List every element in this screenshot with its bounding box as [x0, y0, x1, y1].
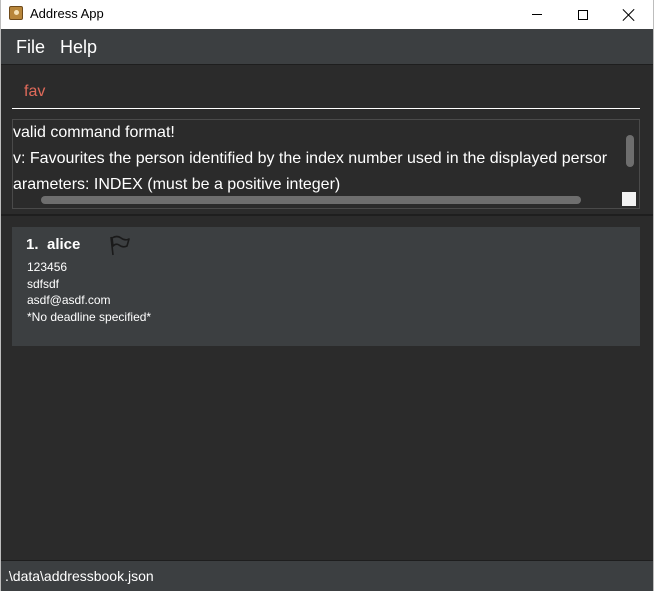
result-line: v: Favourites the person identified by t…	[13, 150, 608, 167]
close-icon	[622, 8, 636, 22]
close-button[interactable]	[606, 0, 652, 29]
app-icon	[9, 6, 23, 20]
scroll-corner	[622, 192, 636, 206]
horizontal-scrollbar[interactable]	[41, 196, 581, 204]
person-name: alice	[47, 236, 81, 253]
result-line: valid command format!	[13, 124, 175, 141]
menu-file[interactable]: File	[16, 37, 45, 58]
menu-bar: File Help	[1, 29, 653, 65]
status-bar: .\data\addressbook.json	[1, 560, 653, 591]
result-line: arameters: INDEX (must be a positive int…	[13, 176, 341, 193]
minimize-button[interactable]	[514, 0, 560, 29]
person-deadline: *No deadline specified*	[27, 310, 152, 324]
person-list[interactable]: 1. alice 123456 sdfsdf asdf@asdf.com *No…	[1, 216, 653, 560]
person-email: asdf@asdf.com	[27, 293, 111, 307]
result-display[interactable]: valid command format! v: Favourites the …	[12, 119, 640, 209]
maximize-button[interactable]	[560, 0, 606, 29]
save-location: .\data\addressbook.json	[5, 568, 154, 584]
person-index: 1.	[26, 236, 39, 253]
person-address: sdfsdf	[27, 277, 60, 291]
minimize-icon	[532, 14, 542, 15]
flag-icon	[110, 235, 130, 256]
title-bar[interactable]: Address App	[1, 0, 653, 29]
person-card[interactable]: 1. alice 123456 sdfsdf asdf@asdf.com *No…	[12, 227, 640, 346]
maximize-icon	[578, 9, 588, 20]
command-input[interactable]	[12, 67, 640, 109]
menu-help[interactable]: Help	[60, 37, 97, 58]
person-phone: 123456	[27, 260, 68, 274]
command-box	[1, 65, 653, 117]
window-title: Address App	[30, 6, 104, 21]
vertical-scrollbar[interactable]	[626, 135, 634, 167]
app-window: Address App File Help valid command form…	[0, 0, 654, 591]
